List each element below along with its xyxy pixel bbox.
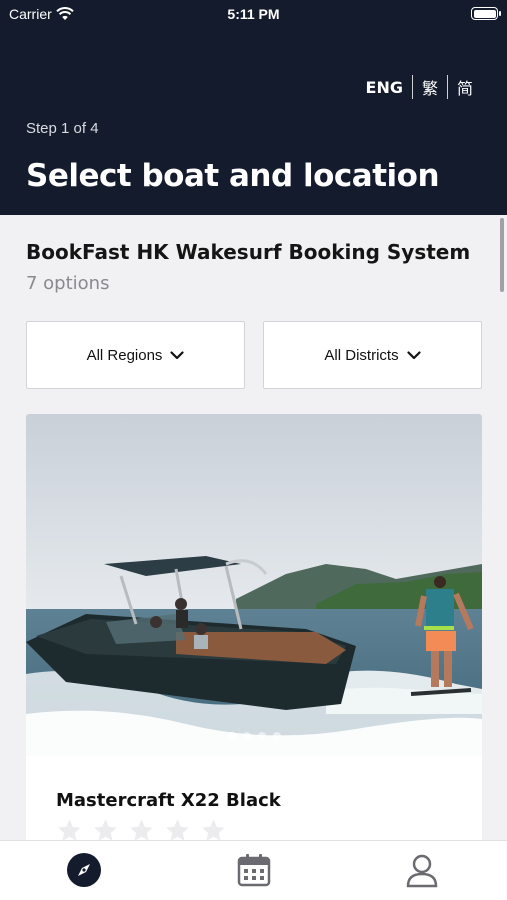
carousel-indicator (26, 732, 482, 740)
boat-photo[interactable] (26, 414, 482, 756)
lang-simplified[interactable]: 简 (448, 75, 473, 99)
region-dropdown-label: All Regions (86, 346, 163, 364)
header: Carrier 5:11 PM ENG 繁 简 Step 1 of 4 Sele… (0, 0, 507, 215)
tab-calendar[interactable] (236, 852, 272, 888)
boat-card[interactable]: Mastercraft X22 Black (26, 414, 482, 854)
carousel-dot[interactable] (227, 732, 236, 740)
calendar-icon (237, 854, 271, 887)
tab-explore[interactable] (66, 852, 102, 888)
scrollbar[interactable] (500, 218, 504, 292)
booking-system-name: BookFast HK Wakesurf Booking System (26, 240, 471, 264)
compass-icon (67, 853, 101, 887)
user-icon (406, 854, 438, 888)
lang-eng[interactable]: ENG (366, 78, 412, 97)
boat-name: Mastercraft X22 Black (56, 790, 281, 811)
carousel-dot[interactable] (272, 732, 281, 740)
chevron-down-icon (406, 350, 421, 359)
language-switcher: ENG 繁 简 (366, 75, 473, 99)
options-count: 7 options (26, 273, 110, 294)
status-bar: Carrier 5:11 PM (0, 0, 507, 30)
district-dropdown[interactable]: All Districts (263, 321, 482, 389)
district-dropdown-label: All Districts (324, 346, 399, 364)
carousel-dot[interactable] (242, 732, 251, 740)
tab-bar (0, 840, 507, 900)
lang-traditional[interactable]: 繁 (413, 75, 447, 99)
lang-divider (411, 75, 413, 99)
status-time: 5:11 PM (227, 6, 280, 22)
page-title: Select boat and location (26, 158, 440, 194)
lang-divider (446, 75, 448, 99)
region-dropdown[interactable]: All Regions (26, 321, 245, 389)
tab-profile[interactable] (404, 852, 440, 888)
carousel-dot[interactable] (257, 732, 266, 740)
battery-icon (471, 7, 501, 20)
step-indicator: Step 1 of 4 (26, 120, 99, 137)
chevron-down-icon (170, 350, 185, 359)
